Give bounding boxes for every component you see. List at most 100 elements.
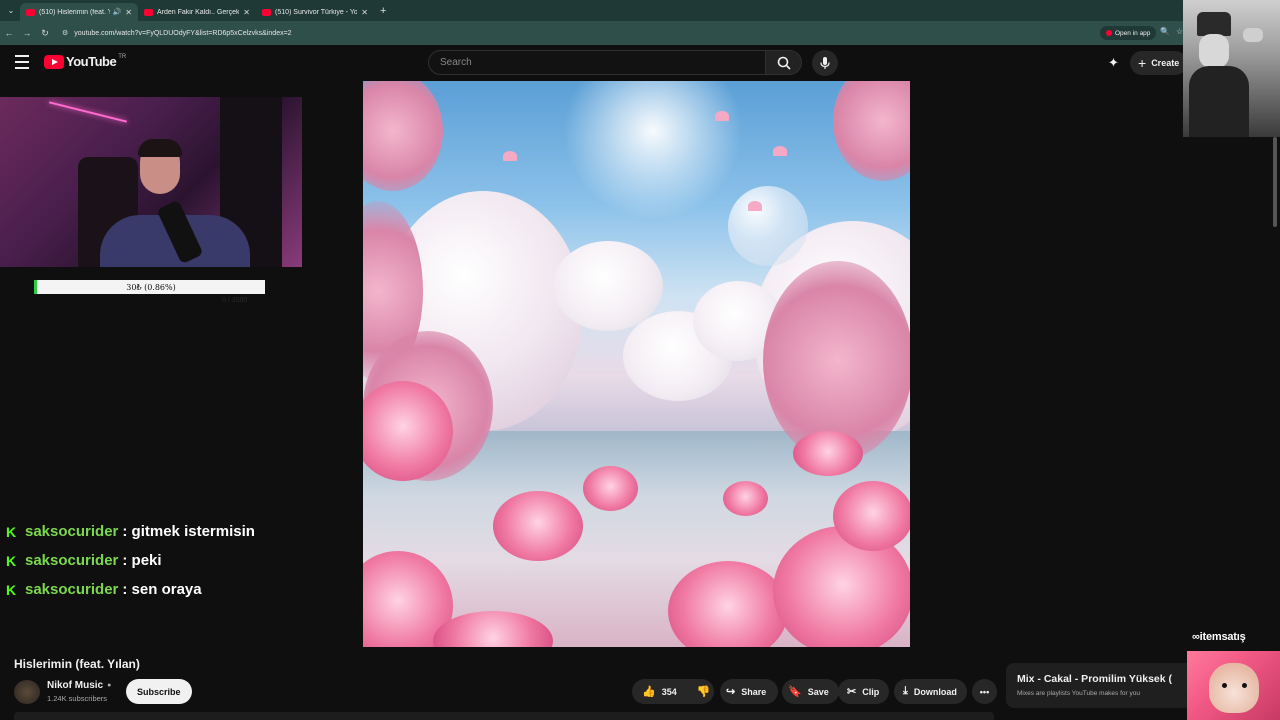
subscribe-label: Subscribe [137, 686, 181, 697]
channel-name-text: Nikof Music [47, 680, 104, 691]
sponsor-name: itemsatış [1199, 631, 1246, 643]
thumbs-down-icon: 👎 [696, 686, 711, 698]
subscribe-button[interactable]: Subscribe [126, 679, 192, 704]
url-field[interactable]: ⚙ youtube.com/watch?v=FyQLDUOdyFY&list=R… [62, 25, 1162, 41]
photo-hat [1197, 12, 1231, 36]
description-box[interactable] [14, 712, 994, 720]
streamer-webcam [0, 97, 302, 267]
audio-playing-icon[interactable]: 🔊 [113, 8, 122, 16]
menu-icon[interactable] [15, 55, 29, 69]
video-player[interactable] [363, 81, 910, 647]
close-tab-icon[interactable]: ✕ [243, 8, 250, 17]
tab-hislerimin[interactable]: (510) Hislerimin (feat. Yılan) 🔊 ✕ [20, 3, 138, 21]
reload-icon[interactable]: ↻ [36, 28, 54, 39]
browser-tab-bar: ⌄ (510) Hislerimin (feat. Yılan) 🔊 ✕ Ard… [0, 0, 1280, 21]
create-label: Create [1151, 58, 1180, 68]
like-button[interactable]: 👍 354 [632, 679, 687, 704]
chat-message: K saksocurider : peki [6, 546, 255, 575]
video-flower [583, 466, 638, 511]
cat-eye [1242, 683, 1247, 688]
create-button[interactable]: + Create [1130, 51, 1188, 75]
address-bar: ← → ↻ ⚙ youtube.com/watch?v=FyQLDUOdyFY&… [0, 21, 1280, 45]
thumbs-up-icon: 👍 [642, 686, 656, 698]
share-button[interactable]: ↪ Share [720, 679, 779, 704]
tab-arden[interactable]: Arden Fakir Kaldı.. Gerçek Para ✕ [138, 3, 256, 21]
search-button[interactable] [766, 50, 802, 75]
site-info-icon[interactable]: ⚙ [62, 29, 68, 37]
channel-avatar[interactable] [14, 680, 40, 704]
kick-badge-icon: K [6, 552, 17, 569]
cat-camera-overlay [1187, 651, 1280, 720]
chat-text: : gitmek istermisin [122, 523, 255, 540]
video-butterfly [715, 111, 729, 121]
youtube-favicon-icon [262, 8, 271, 16]
open-in-app-button[interactable]: Open in app [1100, 26, 1157, 40]
subscriber-count: 1.24K subscribers [47, 694, 108, 703]
mix-subtitle: Mixes are playlists YouTube makes for yo… [1017, 690, 1140, 697]
close-tab-icon[interactable]: ✕ [361, 8, 368, 17]
logo-text: YouTube [66, 54, 117, 69]
bookmark-icon: 🔖 [788, 686, 802, 698]
like-count: 354 [661, 686, 677, 697]
country-code: TR [118, 53, 127, 60]
overlay-photo [1183, 0, 1280, 137]
stream-chat: K saksocurider : gitmek istermisin K sak… [6, 517, 255, 604]
verified-icon: ● [107, 682, 112, 689]
zoom-icon[interactable]: 🔍 [1160, 27, 1170, 36]
clip-button[interactable]: ✂ Clip [838, 679, 890, 704]
page-scrollbar[interactable] [1273, 137, 1277, 227]
tab-title: (510) Survivor Türkiye - YouTube [275, 8, 358, 16]
tab-title: Arden Fakir Kaldı.. Gerçek Para [157, 8, 240, 16]
donation-goal-text: 0 / 3500 [222, 297, 248, 304]
video-cloud [553, 241, 663, 331]
back-icon[interactable]: ← [0, 28, 18, 38]
video-bubble [728, 186, 808, 266]
mix-title: Mix - Cakal - Promilim Yüksek ( [1017, 673, 1173, 685]
youtube-favicon-icon [26, 8, 35, 16]
new-tab-icon[interactable]: + [380, 5, 386, 17]
sponsor-logo: ∞itemsatış [1192, 631, 1246, 643]
microphone-icon [820, 57, 830, 69]
voice-search-button[interactable] [812, 50, 838, 76]
youtube-play-icon [44, 54, 64, 69]
cat-face [1209, 663, 1259, 713]
search-placeholder: Search [440, 57, 472, 68]
video-butterfly [503, 151, 517, 161]
photo-hand [1243, 28, 1263, 42]
video-flower [793, 431, 863, 476]
video-blossom [833, 81, 910, 181]
forward-icon[interactable]: → [18, 28, 36, 38]
save-label: Save [807, 686, 829, 697]
tab-search-icon[interactable]: ⌄ [2, 2, 20, 20]
donation-progress-bar: 30₺ (0.86%) [34, 280, 265, 294]
search-input[interactable]: Search [428, 50, 766, 75]
youtube-logo[interactable]: YouTube TR [44, 54, 126, 69]
tab-survivor[interactable]: (510) Survivor Türkiye - YouTube ✕ [256, 3, 374, 21]
more-actions-button[interactable]: ••• [972, 679, 997, 704]
video-flower [833, 481, 910, 551]
url-text: youtube.com/watch?v=FyQLDUOdyFY&list=RD6… [74, 29, 292, 37]
mix-playlist-card[interactable]: Mix - Cakal - Promilim Yüksek ( Mixes ar… [1006, 663, 1196, 708]
neon-light [48, 101, 128, 123]
chat-username: saksocurider [25, 581, 119, 598]
share-label: Share [741, 686, 767, 697]
scissors-icon: ✂ [847, 686, 857, 698]
download-button[interactable]: ⤓ Download [894, 679, 967, 704]
dislike-button[interactable]: 👎 [687, 679, 721, 704]
clip-label: Clip [862, 686, 880, 697]
search-icon [777, 56, 791, 70]
close-tab-icon[interactable]: ✕ [125, 8, 132, 17]
video-sunlight [563, 81, 743, 221]
download-label: Download [913, 686, 957, 697]
chat-username: saksocurider [25, 523, 119, 540]
save-button[interactable]: 🔖 Save [782, 679, 839, 704]
video-flower [493, 491, 583, 561]
video-butterfly [773, 146, 787, 156]
video-blossom [363, 81, 443, 191]
premium-sparkle-icon[interactable]: ✦ [1108, 55, 1119, 71]
photo-face [1199, 34, 1229, 68]
channel-name[interactable]: Nikof Music ● [47, 680, 111, 691]
video-title: Hislerimin (feat. Yılan) [14, 657, 140, 671]
video-butterfly [748, 201, 762, 211]
chat-username: saksocurider [25, 552, 119, 569]
